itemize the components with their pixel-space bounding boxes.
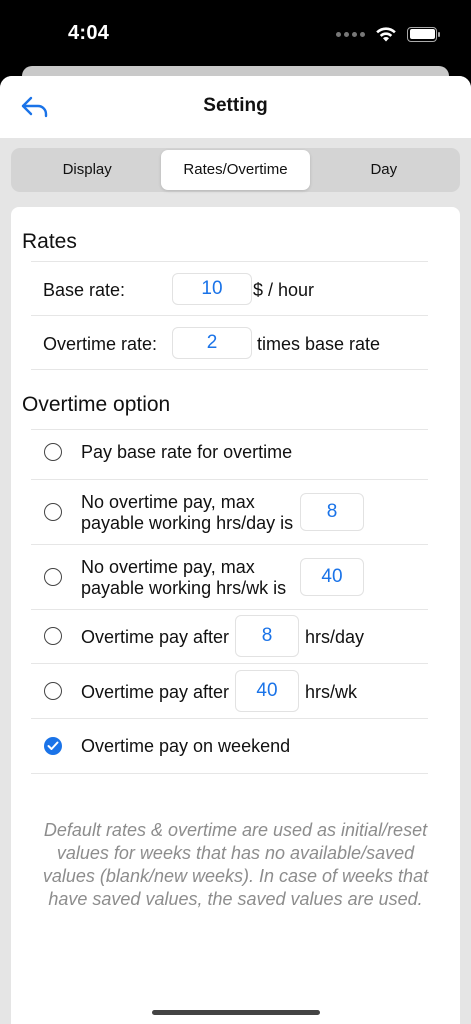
divider bbox=[31, 429, 428, 430]
divider bbox=[31, 718, 428, 719]
home-indicator[interactable] bbox=[152, 1010, 320, 1015]
battery-icon bbox=[407, 26, 440, 42]
content-area: Display Rates/Overtime Day Rates Base ra… bbox=[0, 138, 471, 1024]
base-rate-input[interactable] bbox=[172, 273, 252, 305]
option-label-line2: payable working hrs/day is bbox=[81, 513, 294, 533]
divider bbox=[31, 479, 428, 480]
footnote: Default rates & overtime are used as ini… bbox=[42, 820, 429, 909]
base-rate-unit: $ / hour bbox=[253, 280, 315, 300]
max-hrs-wk-input[interactable] bbox=[300, 558, 364, 596]
max-hrs-day-input[interactable] bbox=[300, 493, 364, 531]
radio-overtime-after-wk[interactable] bbox=[44, 682, 62, 700]
settings-sheet: Setting Display Rates/Overtime Day Rates… bbox=[0, 76, 471, 1024]
overtime-after-wk-input[interactable] bbox=[235, 670, 299, 712]
option-label-line1: No overtime pay, max bbox=[81, 557, 255, 577]
overtime-rate-label: Overtime rate: bbox=[43, 334, 158, 354]
overtime-section-title: Overtime option bbox=[22, 393, 171, 416]
option-label: Overtime pay on weekend bbox=[81, 736, 291, 756]
status-icons bbox=[336, 24, 440, 44]
overtime-after-wk-unit: hrs/wk bbox=[305, 682, 358, 702]
overtime-after-day-unit: hrs/day bbox=[305, 627, 365, 647]
option-label-line2: payable working hrs/wk is bbox=[81, 578, 287, 598]
base-rate-label: Base rate: bbox=[43, 280, 126, 300]
rates-section-title: Rates bbox=[22, 230, 77, 253]
status-bar: 4:04 bbox=[0, 0, 471, 70]
tab-control: Display Rates/Overtime Day bbox=[11, 148, 460, 192]
tab-display[interactable]: Display bbox=[13, 150, 161, 190]
overtime-rate-unit: times base rate bbox=[257, 334, 381, 354]
divider bbox=[31, 544, 428, 545]
tab-day[interactable]: Day bbox=[310, 150, 458, 190]
option-label: No overtime pay, max payable working hrs… bbox=[81, 492, 293, 534]
page-title: Setting bbox=[203, 95, 268, 116]
option-label: Pay base rate for overtime bbox=[81, 442, 293, 462]
rates-panel: Rates Base rate: $ / hour Overtime rate:… bbox=[11, 207, 460, 1024]
divider bbox=[31, 609, 428, 610]
divider bbox=[31, 315, 428, 316]
divider bbox=[31, 369, 428, 370]
status-time: 4:04 bbox=[68, 22, 110, 44]
radio-overtime-weekend[interactable] bbox=[44, 737, 62, 755]
radio-max-hrs-day[interactable] bbox=[44, 503, 62, 521]
divider bbox=[31, 773, 428, 774]
overtime-rate-input[interactable] bbox=[172, 327, 252, 359]
tab-rates-overtime[interactable]: Rates/Overtime bbox=[161, 150, 310, 190]
radio-pay-base-rate[interactable] bbox=[44, 443, 62, 461]
option-label: No overtime pay, max payable working hrs… bbox=[81, 557, 286, 599]
signal-dots-icon bbox=[336, 31, 365, 37]
radio-max-hrs-wk[interactable] bbox=[44, 568, 62, 586]
checkmark-icon bbox=[47, 741, 59, 750]
radio-overtime-after-day[interactable] bbox=[44, 627, 62, 645]
option-label: Overtime pay after bbox=[81, 627, 230, 647]
option-label: Overtime pay after bbox=[81, 682, 230, 702]
nav-bar: Setting bbox=[0, 76, 471, 138]
overtime-after-day-input[interactable] bbox=[235, 615, 299, 657]
wifi-icon bbox=[376, 27, 396, 42]
divider bbox=[31, 261, 428, 262]
option-label-line1: No overtime pay, max bbox=[81, 492, 255, 512]
divider bbox=[31, 663, 428, 664]
